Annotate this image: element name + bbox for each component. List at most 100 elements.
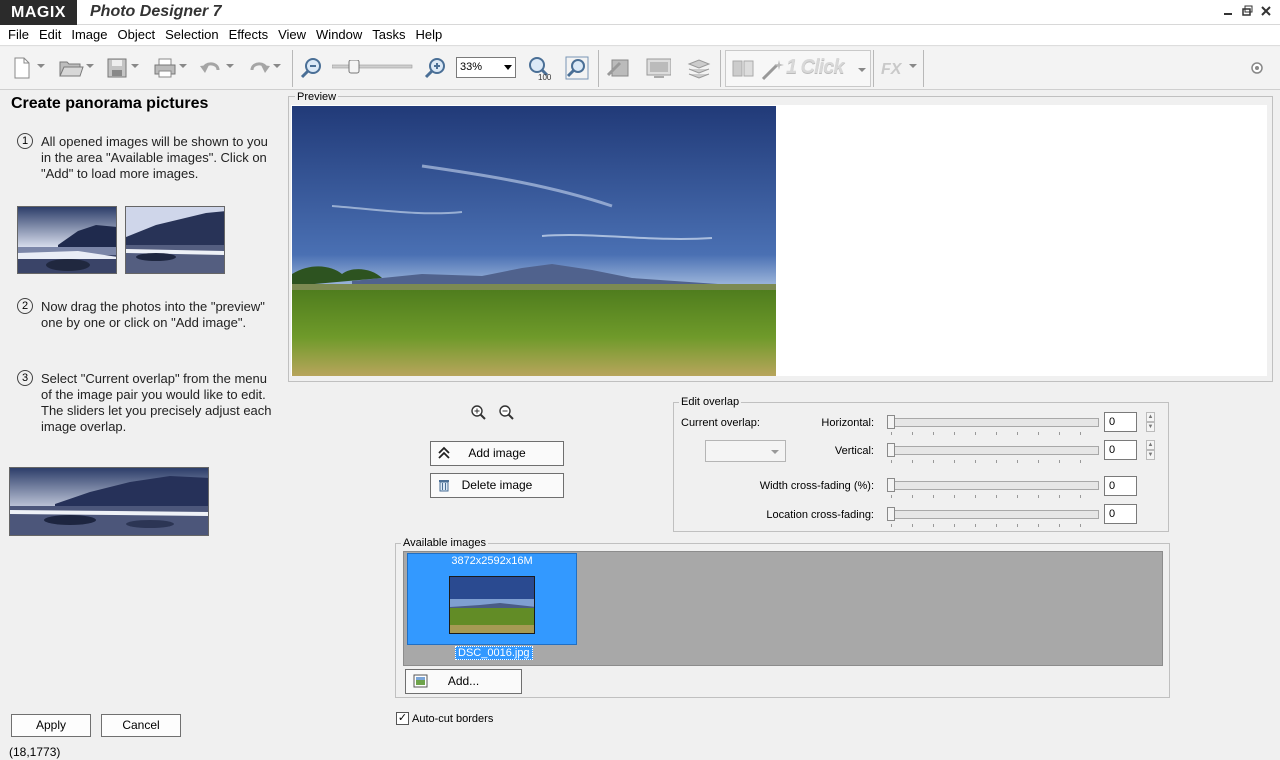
zoom-in-icon	[424, 58, 445, 79]
print-dropdown[interactable]	[179, 64, 187, 68]
toolbar-separator	[923, 50, 924, 87]
horizontal-spinner[interactable]: ▲ ▼	[1146, 412, 1155, 432]
slider-knob[interactable]	[887, 443, 895, 457]
zoom-select[interactable]: 33%	[456, 57, 516, 78]
zoom-fit-button[interactable]	[564, 55, 590, 81]
magic-wand-icon	[761, 60, 784, 81]
menu-help[interactable]: Help	[411, 25, 448, 45]
one-click-group[interactable]: 1 Click	[725, 50, 871, 87]
print-button[interactable]	[152, 55, 178, 81]
adjust-button[interactable]	[606, 55, 632, 81]
add-images-label: Add...	[447, 674, 480, 688]
zoom-in-button[interactable]	[422, 55, 448, 81]
example-thumbnail-beach-1	[17, 206, 117, 274]
zoom-fit-icon	[565, 56, 589, 80]
one-click-dropdown[interactable]	[858, 68, 866, 72]
edit-overlap-legend: Edit overlap	[679, 396, 742, 408]
apply-button[interactable]: Apply	[11, 714, 91, 737]
fx-dropdown[interactable]	[909, 64, 917, 68]
open-folder-icon	[59, 61, 84, 77]
vertical-spinner[interactable]: ▲ ▼	[1146, 440, 1155, 460]
preview-photo[interactable]	[292, 106, 776, 376]
vertical-slider[interactable]	[887, 443, 1099, 463]
slider-knob[interactable]	[887, 507, 895, 521]
redo-button[interactable]	[246, 55, 272, 81]
undo-dropdown[interactable]	[226, 64, 234, 68]
undo-button[interactable]	[198, 55, 224, 81]
menu-image[interactable]: Image	[66, 25, 112, 45]
step-3: 3 Select "Current overlap" from the menu…	[17, 370, 277, 435]
menu-edit[interactable]: Edit	[34, 25, 66, 45]
restore-button[interactable]	[1239, 3, 1255, 19]
add-images-button[interactable]: Add...	[405, 669, 522, 694]
minimize-icon	[1224, 13, 1232, 15]
zoom-slider[interactable]	[332, 60, 414, 74]
new-file-dropdown[interactable]	[37, 64, 45, 68]
width-crossfade-input[interactable]: 0	[1104, 476, 1137, 496]
display-button[interactable]	[645, 55, 671, 81]
example-thumbnail-beach-2	[125, 206, 225, 274]
horizontal-value-input[interactable]: 0	[1104, 412, 1137, 432]
menu-object[interactable]: Object	[113, 25, 161, 45]
redo-dropdown[interactable]	[273, 64, 281, 68]
preview-zoom-in-button[interactable]	[470, 404, 486, 420]
vertical-value-input[interactable]: 0	[1104, 440, 1137, 460]
width-crossfade-slider[interactable]	[887, 478, 1099, 498]
compare-icon	[732, 60, 754, 77]
trash-icon	[439, 480, 449, 492]
available-image-thumbnail[interactable]	[449, 576, 535, 634]
image-filename[interactable]: DSC_0016.jpg	[455, 646, 533, 660]
zoom-in-icon	[471, 405, 486, 420]
save-button[interactable]	[104, 55, 130, 81]
menu-file[interactable]: File	[3, 25, 34, 45]
checkbox-checked-icon[interactable]: ✓	[396, 712, 409, 725]
current-overlap-select[interactable]	[705, 440, 786, 462]
undo-icon	[200, 62, 220, 73]
save-dropdown[interactable]	[131, 64, 139, 68]
new-file-button[interactable]	[8, 55, 34, 81]
display-icon	[646, 58, 671, 78]
menu-window[interactable]: Window	[311, 25, 367, 45]
toolbar-separator	[292, 50, 293, 87]
close-button[interactable]	[1258, 3, 1274, 19]
preview-legend: Preview	[295, 91, 339, 103]
delete-image-button[interactable]: Delete image	[430, 473, 564, 498]
toolbar-separator	[873, 50, 874, 87]
layers-button[interactable]	[686, 55, 712, 81]
fx-button[interactable]: FX	[880, 55, 906, 81]
save-icon	[107, 58, 127, 78]
slider-knob[interactable]	[887, 478, 895, 492]
open-button[interactable]	[58, 55, 84, 81]
menu-effects[interactable]: Effects	[224, 25, 274, 45]
auto-cut-borders-checkbox[interactable]: ✓ Auto-cut borders	[396, 712, 493, 725]
chevron-down-icon	[504, 65, 512, 70]
menu-selection[interactable]: Selection	[160, 25, 223, 45]
step-number: 1	[17, 133, 33, 149]
fx-icon: FX	[881, 61, 903, 78]
help-button[interactable]	[1244, 55, 1270, 81]
brand-logo: MAGIX	[0, 0, 77, 25]
delete-image-label: Delete image	[461, 478, 533, 492]
adjust-icon	[606, 59, 629, 77]
zoom-100-button[interactable]: 100	[526, 55, 552, 81]
location-crossfade-slider[interactable]	[887, 507, 1099, 527]
width-crossfade-label: Width cross-fading (%):	[759, 480, 874, 492]
add-image-button[interactable]: Add image	[430, 441, 564, 466]
menu-tasks[interactable]: Tasks	[367, 25, 410, 45]
cancel-button[interactable]: Cancel	[101, 714, 181, 737]
location-crossfade-input[interactable]: 0	[1104, 504, 1137, 524]
example-panorama-thumbnail	[9, 467, 209, 536]
toolbar-separator	[598, 50, 599, 87]
preview-zoom-out-button[interactable]	[498, 404, 514, 420]
minimize-button[interactable]	[1220, 3, 1236, 19]
slider-knob[interactable]	[887, 415, 895, 429]
auto-cut-borders-label: Auto-cut borders	[412, 712, 494, 725]
image-file-icon	[413, 674, 428, 688]
zoom-out-icon	[499, 405, 514, 420]
open-dropdown[interactable]	[86, 64, 94, 68]
zoom-out-button[interactable]	[298, 55, 324, 81]
step-number: 3	[17, 370, 33, 386]
horizontal-slider[interactable]	[887, 415, 1099, 435]
current-overlap-label: Current overlap:	[681, 417, 760, 429]
menu-view[interactable]: View	[273, 25, 311, 45]
